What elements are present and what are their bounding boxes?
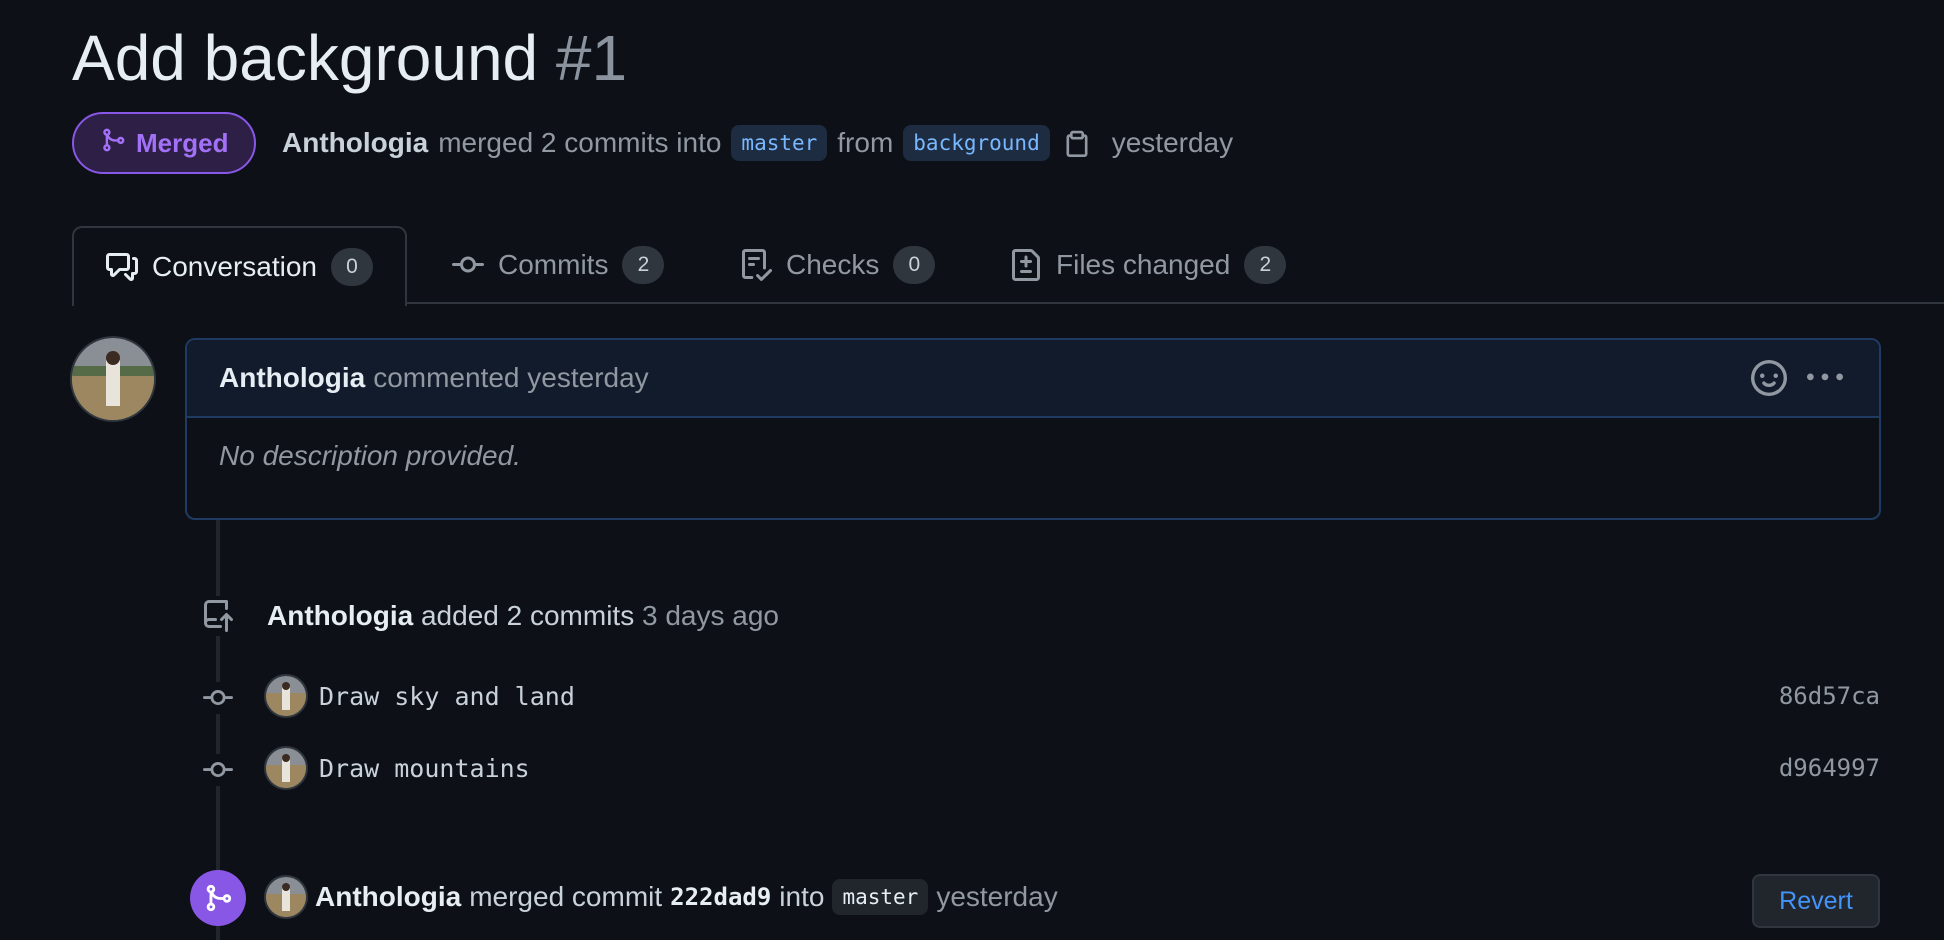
author-avatar[interactable] (72, 338, 154, 420)
smiley-icon (1751, 360, 1787, 396)
revert-button[interactable]: Revert (1752, 874, 1880, 928)
git-merge-icon (100, 127, 126, 160)
commits-event-author[interactable]: Anthologia (267, 600, 413, 632)
comment-body: No description provided. (219, 440, 521, 471)
merge-action: merged commit (469, 881, 663, 912)
comment-action: commented (373, 362, 520, 393)
commit-message-link[interactable]: Draw mountains (319, 748, 530, 788)
pr-title: Add background #1 (72, 18, 627, 98)
copy-icon (1066, 130, 1088, 157)
state-label: Merged (136, 127, 229, 158)
merge-into-text: into (779, 881, 825, 912)
merge-event: Anthologia merged commit 222dad9 into ma… (315, 876, 1058, 918)
head-branch-label[interactable]: background (903, 125, 1050, 161)
commits-event-time[interactable]: 3 days ago (642, 600, 779, 632)
comment-discussion-icon (106, 253, 138, 281)
merge-text: merged 2 commits into (438, 127, 722, 158)
merge-commit-sha-link[interactable]: 222dad9 (670, 883, 771, 911)
pr-title-text: Add background (72, 22, 539, 94)
commits-event-action: added 2 commits (420, 600, 635, 631)
merge-author-avatar[interactable] (266, 877, 306, 917)
tab-files-changed[interactable]: Files changed 2 (1010, 226, 1287, 304)
git-commit-icon (202, 682, 234, 714)
merge-branch-label[interactable]: master (832, 879, 929, 915)
base-branch-label[interactable]: master (731, 125, 828, 161)
comment-options-button[interactable] (1807, 360, 1843, 403)
git-commit-icon (452, 256, 484, 273)
commit-sha-link[interactable]: d964997 (1779, 748, 1880, 788)
checklist-icon (742, 249, 772, 281)
reaction-button[interactable] (1751, 360, 1787, 403)
from-text: from (837, 127, 894, 158)
tab-commits[interactable]: Commits 2 (452, 226, 665, 304)
pr-tabs: Conversation 0 Commits 2 Checks 0 Files … (72, 226, 1944, 306)
commit-sha-link[interactable]: 86d57ca (1779, 676, 1880, 716)
tab-label: Commits (498, 249, 609, 280)
tab-counter: 0 (330, 248, 373, 286)
git-merge-icon (206, 884, 232, 912)
copy-branch-button[interactable] (1060, 126, 1094, 160)
commits-event: Anthologia added 2 commits 3 days ago (267, 596, 779, 636)
tab-label: Conversation (152, 251, 317, 282)
pr-author-link[interactable]: Anthologia (282, 127, 428, 159)
pr-time: yesterday (1111, 127, 1234, 158)
merge-event-badge (190, 870, 246, 926)
comment-header: Anthologia commented yesterday (187, 340, 1879, 418)
pr-meta: Anthologia merged 2 commits into master … (282, 112, 1233, 174)
comment-time[interactable]: yesterday (527, 362, 648, 394)
comment-author-link[interactable]: Anthologia (219, 362, 365, 394)
git-commit-icon (202, 754, 234, 786)
tab-counter: 2 (1244, 246, 1287, 284)
tab-checks[interactable]: Checks 0 (740, 226, 936, 304)
kebab-horizontal-icon (1807, 373, 1843, 381)
tab-counter: 2 (622, 246, 665, 284)
tab-conversation[interactable]: Conversation 0 (72, 226, 407, 306)
merge-time[interactable]: yesterday (936, 881, 1057, 913)
repo-push-icon (200, 596, 236, 636)
merge-author-link[interactable]: Anthologia (315, 881, 461, 913)
merged-state-badge: Merged (72, 112, 257, 174)
tab-counter: 0 (893, 246, 936, 284)
tab-label: Checks (786, 249, 880, 280)
file-diff-icon (1012, 249, 1040, 281)
commit-author-avatar[interactable] (266, 676, 306, 716)
commit-author-avatar[interactable] (266, 748, 306, 788)
pr-number: #1 (555, 22, 628, 94)
commit-message-link[interactable]: Draw sky and land (319, 676, 575, 716)
comment-box: Anthologia commented yesterday No descri… (185, 338, 1881, 520)
tab-label: Files changed (1056, 249, 1231, 280)
